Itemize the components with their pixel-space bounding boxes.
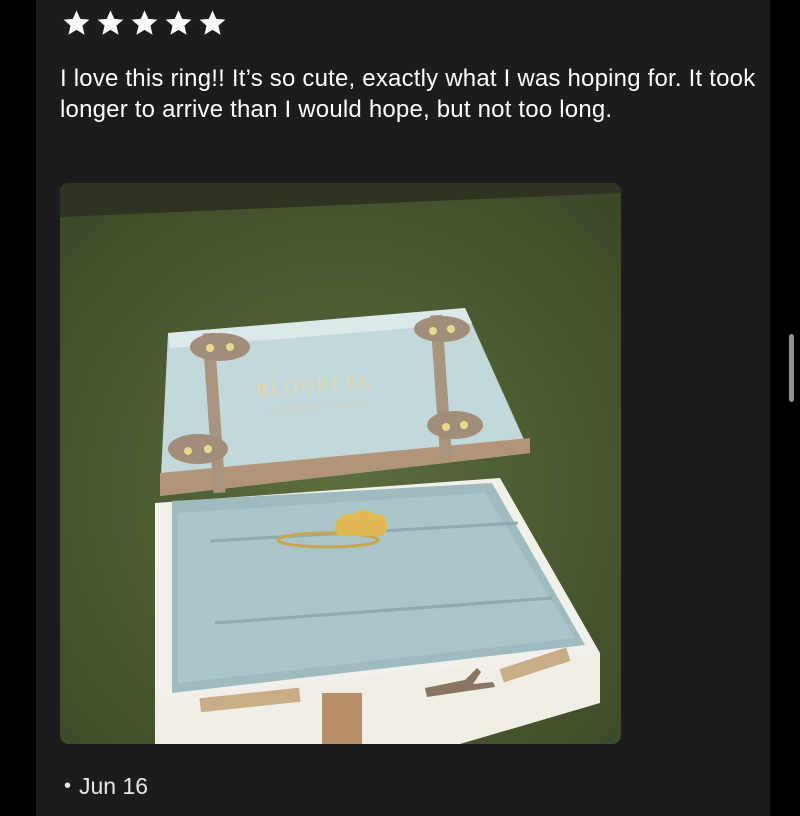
scrollbar[interactable] — [789, 334, 794, 402]
star-icon — [97, 10, 124, 35]
star-icon — [165, 10, 192, 35]
review-date: Jun 16 — [79, 773, 149, 799]
review-photo[interactable]: BLOOBLEE LITTLE DAINTY JEWELRY — [60, 183, 621, 744]
star-icon — [199, 10, 226, 35]
star-icon — [63, 10, 90, 35]
review-text: I love this ring!! It’s so cute, exactly… — [60, 65, 756, 123]
ring-box-photo: BLOOBLEE LITTLE DAINTY JEWELRY — [60, 183, 621, 744]
review-meta: • Jun 16 — [64, 773, 148, 800]
bullet: • — [64, 775, 72, 797]
star-icon — [131, 10, 158, 35]
star-rating — [62, 8, 227, 38]
